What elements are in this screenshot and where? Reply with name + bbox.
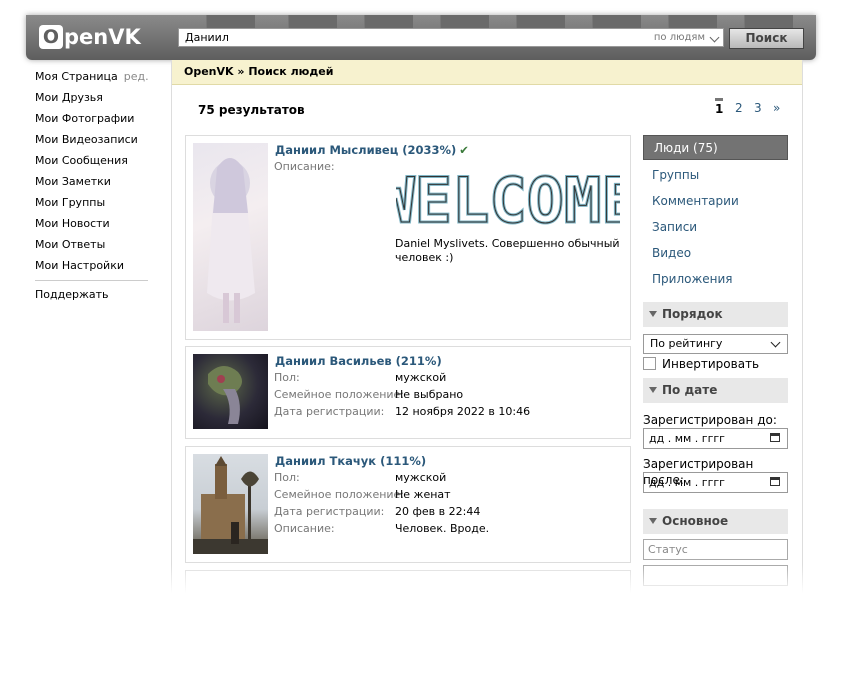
reg-after-date-input[interactable]: дд . мм . гггг <box>643 472 788 493</box>
search-scope-select[interactable]: по людям <box>645 29 723 46</box>
menu-item-videos[interactable]: Мои Видеозаписи <box>35 132 149 153</box>
field-value: Не выбрано <box>395 388 464 401</box>
search-button[interactable]: Поиск <box>729 28 804 49</box>
menu-item-groups[interactable]: Мои Группы <box>35 195 149 216</box>
user-name-link[interactable]: Даниил Васильев (211%) <box>275 354 442 368</box>
user-name-link[interactable]: Даниил Мысливец (2033%) ✔ <box>275 143 469 157</box>
order-select[interactable]: По рейтингу <box>643 334 788 354</box>
tab-posts[interactable]: Записи <box>643 214 788 240</box>
triangle-down-icon <box>649 518 657 524</box>
tab-apps[interactable]: Приложения <box>643 266 788 292</box>
triangle-down-icon <box>649 387 657 393</box>
chevron-down-icon <box>709 32 720 43</box>
user-card: Даниил Ткачук (111%) Пол: мужской Семейн… <box>185 446 631 563</box>
field-label: Пол: <box>274 371 300 384</box>
page-1[interactable]: 1 <box>715 98 724 116</box>
welcome-art-outline: WELCOME <box>396 164 620 232</box>
menu-item-replies[interactable]: Мои Ответы <box>35 237 149 258</box>
field-label: Дата регистрации: <box>274 405 385 418</box>
user-avatar[interactable] <box>193 143 268 331</box>
user-name-link[interactable]: Даниил Ткачук (111%) <box>275 454 426 468</box>
tab-comments[interactable]: Комментарии <box>643 188 788 214</box>
page-2[interactable]: 2 <box>735 101 743 115</box>
welcome-image: WELCOME WELCOME <box>376 162 640 239</box>
calendar-icon[interactable] <box>770 477 780 486</box>
invert-checkbox-row[interactable]: Инвертировать <box>643 356 788 374</box>
tab-people[interactable]: Люди (75) <box>643 135 788 160</box>
menu-item-label: Моя Страница <box>35 70 118 83</box>
user-description: Daniel Myslivets. Совершенно обычный чел… <box>395 237 620 264</box>
field-value: 20 фев в 22:44 <box>395 505 481 518</box>
top-header: O penVK по людям Поиск <box>26 15 816 60</box>
left-menu: Моя Страница ред. Мои Друзья Мои Фотограф… <box>35 69 149 308</box>
search-scope-label: по людям <box>653 32 705 43</box>
status-input[interactable]: Статус <box>643 539 788 560</box>
logo-letter: O <box>39 25 63 49</box>
triangle-down-icon <box>649 311 657 317</box>
breadcrumb: OpenVK » Поиск людей <box>172 60 802 85</box>
verified-check-icon: ✔ <box>459 143 469 157</box>
menu-item-photos[interactable]: Мои Фотографии <box>35 111 149 132</box>
date-section-header[interactable]: По дате <box>643 378 788 403</box>
field-value: Человек. Вроде. <box>395 522 490 535</box>
logo-text: penVK <box>64 25 141 49</box>
menu-item-friends[interactable]: Мои Друзья <box>35 90 149 111</box>
menu-item-notes[interactable]: Мои Заметки <box>35 174 149 195</box>
search-input[interactable] <box>185 31 585 44</box>
edit-link[interactable]: ред. <box>124 70 149 83</box>
search-box: по людям <box>178 28 724 47</box>
menu-item-news[interactable]: Мои Новости <box>35 216 149 237</box>
field-label: Описание: <box>274 522 335 535</box>
user-card: Даниил Васильев (211%) Пол: мужской Семе… <box>185 346 631 439</box>
field-value: Не женат <box>395 488 451 501</box>
page-3[interactable]: 3 <box>754 101 762 115</box>
tab-videos[interactable]: Видео <box>643 240 788 266</box>
order-section-header[interactable]: Порядок <box>643 302 788 327</box>
invert-checkbox[interactable] <box>643 357 656 370</box>
field-label: Семейное положение: <box>274 388 405 401</box>
reg-before-label: Зарегистрирован до: <box>643 413 777 427</box>
main-content: OpenVK » Поиск людей 75 результатов 1 2 … <box>171 60 803 600</box>
bottom-fade <box>0 565 844 605</box>
field-label: Пол: <box>274 471 300 484</box>
user-avatar[interactable] <box>193 354 268 429</box>
search-filters: Люди (75) Группы Комментарии Записи Виде… <box>643 135 788 586</box>
basic-section-header[interactable]: Основное <box>643 509 788 534</box>
user-card: Даниил Мысливец (2033%) ✔ Описание: WELCO… <box>185 135 640 340</box>
menu-item-messages[interactable]: Мои Сообщения <box>35 153 149 174</box>
field-label: Семейное положение: <box>274 488 405 501</box>
field-label: Описание: <box>274 160 335 173</box>
field-value: мужской <box>395 371 447 384</box>
results-count: 75 результатов <box>198 103 305 117</box>
calendar-icon[interactable] <box>770 433 780 442</box>
reg-before-date-input[interactable]: дд . мм . гггг <box>643 428 788 449</box>
menu-divider <box>35 280 148 281</box>
openvk-logo[interactable]: O penVK <box>39 24 141 50</box>
menu-item-my-page[interactable]: Моя Страница ред. <box>35 69 149 90</box>
page-next[interactable]: » <box>773 101 780 115</box>
chevron-down-icon <box>770 337 781 348</box>
field-label: Дата регистрации: <box>274 505 385 518</box>
field-value: 12 ноября 2022 в 10:46 <box>395 405 531 418</box>
menu-item-settings[interactable]: Мои Настройки <box>35 258 149 279</box>
user-avatar[interactable] <box>193 454 268 554</box>
menu-item-support[interactable]: Поддержать <box>35 287 149 308</box>
reg-after-label: Зарегистрирован после: <box>643 457 754 487</box>
field-value: мужской <box>395 471 447 484</box>
tab-groups[interactable]: Группы <box>643 162 788 188</box>
